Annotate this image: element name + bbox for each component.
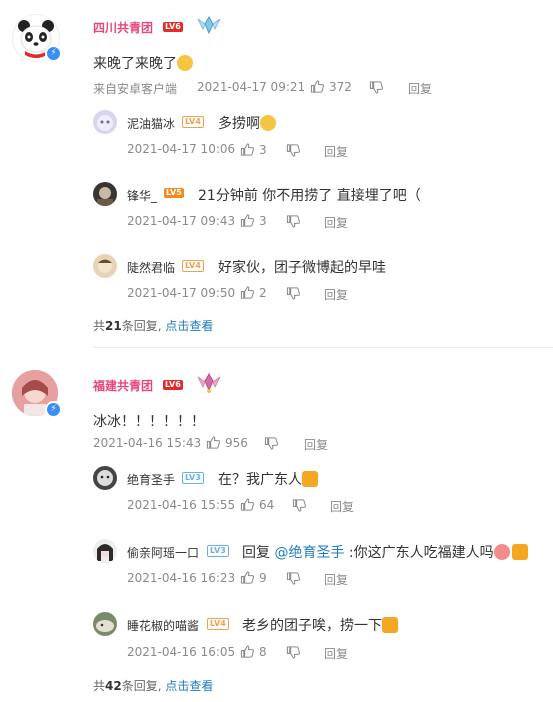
dislike-icon[interactable] [286,645,301,660]
level-badge: LV3 [207,545,229,557]
dislike-icon[interactable] [292,498,307,513]
emoji-icon [382,617,398,633]
like-icon[interactable] [206,435,221,450]
reply-text: 多捞啊 [218,113,276,133]
reply-username[interactable]: 泥油猫冰 [127,115,175,132]
reply-button[interactable]: 回复 [324,571,348,588]
reply-button[interactable]: 回复 [324,143,348,160]
avatar-image [97,544,113,561]
like-count: 9 [259,571,267,585]
verified-badge-icon: ⚡ [45,401,62,418]
like-count: 3 [259,214,267,228]
level-badge: LV6 [163,22,183,32]
level-badge: LV4 [182,116,204,128]
reply-username[interactable]: 睡花椒的喵酱 [127,617,199,634]
comment-username[interactable]: 福建共青团 [93,377,153,394]
level-badge: LV5 [164,188,184,198]
reply-username[interactable]: 偷亲阿瑶一口 [127,544,199,561]
avatar-image [97,115,113,131]
reply-button[interactable]: 回复 [324,645,348,662]
emoji-icon [511,544,528,560]
medal-icon [197,15,221,35]
comment-username[interactable]: 四川共青团 [93,19,153,36]
avatar[interactable] [93,539,117,563]
reply-timestamp: 2021-04-16 15:55 [127,498,236,512]
reply-text: 21分钟前 你不用捞了 直接埋了吧（ [198,188,421,204]
view-more-link[interactable]: 点击查看 [165,679,213,693]
reply-timestamp: 2021-04-16 16:05 [127,645,236,659]
dislike-icon[interactable] [369,80,384,95]
avatar[interactable] [93,466,117,490]
like-icon[interactable] [240,570,255,585]
mention-link[interactable]: @绝育圣手 [274,545,344,561]
avatar-image [96,620,114,632]
reply-button[interactable]: 回复 [324,214,348,231]
level-badge: LV4 [207,618,229,630]
reply-username[interactable]: 绝育圣手 [127,471,175,488]
like-count: 3 [259,143,267,157]
view-more-link[interactable]: 点击查看 [165,319,213,333]
reply-username[interactable]: 锋华_ [127,187,157,204]
avatar-image [98,259,112,273]
emoji-icon [302,471,318,487]
reply-username[interactable]: 陡然君临 [127,259,175,276]
like-icon[interactable] [240,497,255,512]
like-count: 8 [259,645,267,659]
dislike-icon[interactable] [264,436,279,451]
like-count: 372 [329,80,352,94]
like-count: 956 [225,436,248,450]
reply-timestamp: 2021-04-17 10:06 [127,142,236,156]
like-count: 64 [259,498,275,512]
divider [93,347,553,348]
dislike-icon[interactable] [286,143,301,158]
reply-button[interactable]: 回复 [304,436,328,453]
dislike-icon[interactable] [286,286,301,301]
avatar-image [97,187,113,206]
avatar[interactable] [93,612,117,636]
avatar[interactable] [93,110,117,134]
reply-button[interactable]: 回复 [408,80,432,97]
reply-button[interactable]: 回复 [330,498,354,515]
reply-text: 好家伙，团子微博起的早哇 [218,260,386,276]
level-badge: LV4 [182,260,204,272]
verified-badge-icon: ⚡ [45,45,62,62]
more-replies: 共42条回复, 点击查看 [93,679,214,693]
reply-timestamp: 2021-04-17 09:50 [127,286,236,300]
like-icon[interactable] [310,79,325,94]
like-icon[interactable] [240,644,255,659]
level-badge: LV3 [182,472,204,484]
avatar[interactable] [93,182,117,206]
emoji-icon [493,544,510,560]
comment-text: 冰冰！！！！！！ [93,414,205,430]
level-badge: LV6 [163,380,183,390]
reply-text: 老乡的团子唉，捞一下 [242,615,398,635]
reply-text: 回复 @绝育圣手 :你这广东人吃福建人吗 [242,542,528,562]
emoji-icon [260,115,276,131]
comment-text: 来晚了来晚了 [93,53,193,73]
like-count: 2 [259,286,267,300]
dislike-icon[interactable] [286,214,301,229]
avatar[interactable] [93,254,117,278]
reply-text: 在？我广东人 [218,469,318,489]
reply-button[interactable]: 回复 [324,286,348,303]
reply-timestamp: 2021-04-17 09:43 [127,214,236,228]
comment-timestamp: 2021-04-17 09:21 [197,80,306,94]
like-icon[interactable] [240,285,255,300]
reply-timestamp: 2021-04-16 16:23 [127,571,236,585]
like-icon[interactable] [240,142,255,157]
more-replies: 共21条回复, 点击查看 [93,319,214,333]
emoji-icon [177,55,193,71]
avatar-image [97,470,113,486]
dislike-icon[interactable] [286,571,301,586]
like-icon[interactable] [240,213,255,228]
comment-timestamp: 2021-04-16 15:43 [93,436,202,450]
medal-icon [197,372,221,393]
comment-source: 来自安卓客户端 [93,82,178,96]
